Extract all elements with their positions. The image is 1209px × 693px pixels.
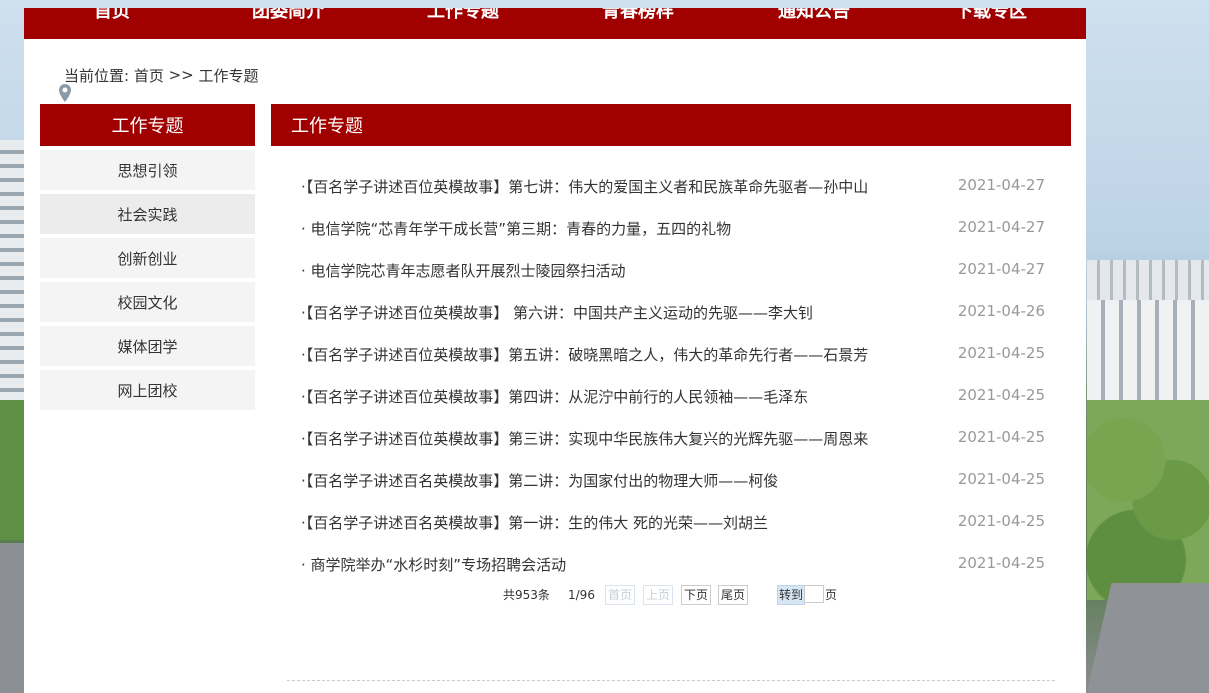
sidebar-title: 工作专题 (40, 104, 255, 146)
breadcrumb-current: 工作专题 (198, 66, 259, 85)
list-item: ·【百名学子讲述百位英模故事】 第六讲：中国共产主义运动的先驱——李大钊 202… (301, 302, 1045, 344)
article-link[interactable]: ·【百名学子讲述百位英模故事】 第六讲：中国共产主义运动的先驱——李大钊 (301, 302, 813, 323)
list-item: · 电信学院芯青年志愿者队开展烈士陵园祭扫活动 2021-04-27 (301, 260, 1045, 302)
article-date: 2021-04-27 (957, 218, 1045, 236)
nav-item-topics[interactable]: 工作专题 (427, 8, 499, 24)
list-item: · 电信学院“芯青年学干成长营”第三期：青春的力量，五四的礼物 2021-04-… (301, 218, 1045, 260)
pager-last-button[interactable]: 尾页 (718, 585, 749, 605)
pager-page-info: 1/96 (568, 588, 595, 602)
article-link[interactable]: ·【百名学子讲述百位英模故事】第三讲：实现中华民族伟大复兴的光辉先驱——周恩来 (301, 428, 868, 449)
list-item: ·【百名学子讲述百位英模故事】第五讲：破晓黑暗之人，伟大的革命先行者——石景芳 … (301, 344, 1045, 386)
pager-next-button[interactable]: 下页 (681, 585, 712, 605)
pager-page-input[interactable] (804, 585, 824, 603)
breadcrumb-home-link[interactable]: 首页 (134, 65, 164, 86)
nav-item-notices[interactable]: 通知公告 (778, 8, 850, 24)
article-link[interactable]: · 电信学院芯青年志愿者队开展烈士陵园祭扫活动 (301, 260, 626, 281)
list-item: ·【百名学子讲述百位英模故事】第七讲：伟大的爱国主义者和民族革命先驱者—孙中山 … (301, 176, 1045, 218)
pagination: 共953条 1/96 首页 上页 下页 尾页 转到 页 (271, 585, 1071, 605)
list-item: ·【百名学子讲述百位英模故事】第三讲：实现中华民族伟大复兴的光辉先驱——周恩来 … (301, 428, 1045, 470)
pager-prev-button[interactable]: 上页 (643, 585, 674, 605)
article-link[interactable]: ·【百名学子讲述百位英模故事】第七讲：伟大的爱国主义者和民族革命先驱者—孙中山 (301, 176, 868, 197)
nav-item-about[interactable]: 团委简介 (252, 8, 324, 24)
article-link[interactable]: ·【百名学子讲述百位英模故事】第五讲：破晓黑暗之人，伟大的革命先行者——石景芳 (301, 344, 868, 365)
pager-page-suffix: 页 (825, 588, 838, 602)
article-link[interactable]: ·【百名学子讲述百名英模故事】第二讲：为国家付出的物理大师——柯俊 (301, 470, 778, 491)
article-date: 2021-04-25 (957, 554, 1045, 572)
sidebar-item-social-practice[interactable]: 社会实践 (40, 194, 255, 234)
breadcrumb-separator: >> (163, 66, 199, 84)
sidebar: 工作专题 思想引领 社会实践 创新创业 校园文化 媒体团学 网上团校 (40, 104, 255, 410)
article-date: 2021-04-25 (957, 512, 1045, 530)
article-link[interactable]: ·【百名学子讲述百名英模故事】第一讲：生的伟大 死的光荣——刘胡兰 (301, 512, 768, 533)
article-date: 2021-04-25 (957, 344, 1045, 362)
nav-item-role-models[interactable]: 青春榜样 (602, 8, 674, 24)
article-link[interactable]: ·【百名学子讲述百位英模故事】第四讲：从泥泞中前行的人民领袖——毛泽东 (301, 386, 808, 407)
content-section: 工作专题 ·【百名学子讲述百位英模故事】第七讲：伟大的爱国主义者和民族革命先驱者… (271, 104, 1071, 574)
pager-goto-button[interactable]: 转到 (777, 585, 806, 605)
article-link[interactable]: · 电信学院“芯青年学干成长营”第三期：青春的力量，五四的礼物 (301, 218, 731, 239)
article-list: ·【百名学子讲述百位英模故事】第七讲：伟大的爱国主义者和民族革命先驱者—孙中山 … (301, 176, 1045, 596)
article-link[interactable]: · 商学院举办“水杉时刻”专场招聘会活动 (301, 554, 566, 575)
pager-total: 共953条 (503, 588, 550, 602)
divider (287, 680, 1055, 681)
article-date: 2021-04-25 (957, 470, 1045, 488)
sidebar-item-ideology[interactable]: 思想引领 (40, 150, 255, 190)
article-date: 2021-04-25 (957, 386, 1045, 404)
content-title: 工作专题 (271, 104, 1071, 146)
breadcrumb-label: 当前位置: (64, 66, 134, 85)
list-item: ·【百名学子讲述百名英模故事】第一讲：生的伟大 死的光荣——刘胡兰 2021-0… (301, 512, 1045, 554)
list-item: ·【百名学子讲述百位英模故事】第四讲：从泥泞中前行的人民领袖——毛泽东 2021… (301, 386, 1045, 428)
list-item: ·【百名学子讲述百名英模故事】第二讲：为国家付出的物理大师——柯俊 2021-0… (301, 470, 1045, 512)
nav-item-home[interactable]: 首页 (94, 8, 130, 24)
nav-item-downloads[interactable]: 下载专区 (955, 8, 1027, 24)
pager-first-button[interactable]: 首页 (605, 585, 636, 605)
article-date: 2021-04-26 (957, 302, 1045, 320)
location-pin-icon (40, 66, 72, 102)
article-date: 2021-04-25 (957, 428, 1045, 446)
top-navigation: 首页 团委简介 工作专题 青春榜样 通知公告 下载专区 (24, 8, 1086, 39)
sidebar-item-media[interactable]: 媒体团学 (40, 326, 255, 366)
article-date: 2021-04-27 (957, 260, 1045, 278)
article-date: 2021-04-27 (957, 176, 1045, 194)
sidebar-item-online-school[interactable]: 网上团校 (40, 370, 255, 410)
sidebar-item-campus-culture[interactable]: 校园文化 (40, 282, 255, 322)
sidebar-item-innovation[interactable]: 创新创业 (40, 238, 255, 278)
breadcrumb: 当前位置: 首页 >> 工作专题 (40, 64, 259, 102)
